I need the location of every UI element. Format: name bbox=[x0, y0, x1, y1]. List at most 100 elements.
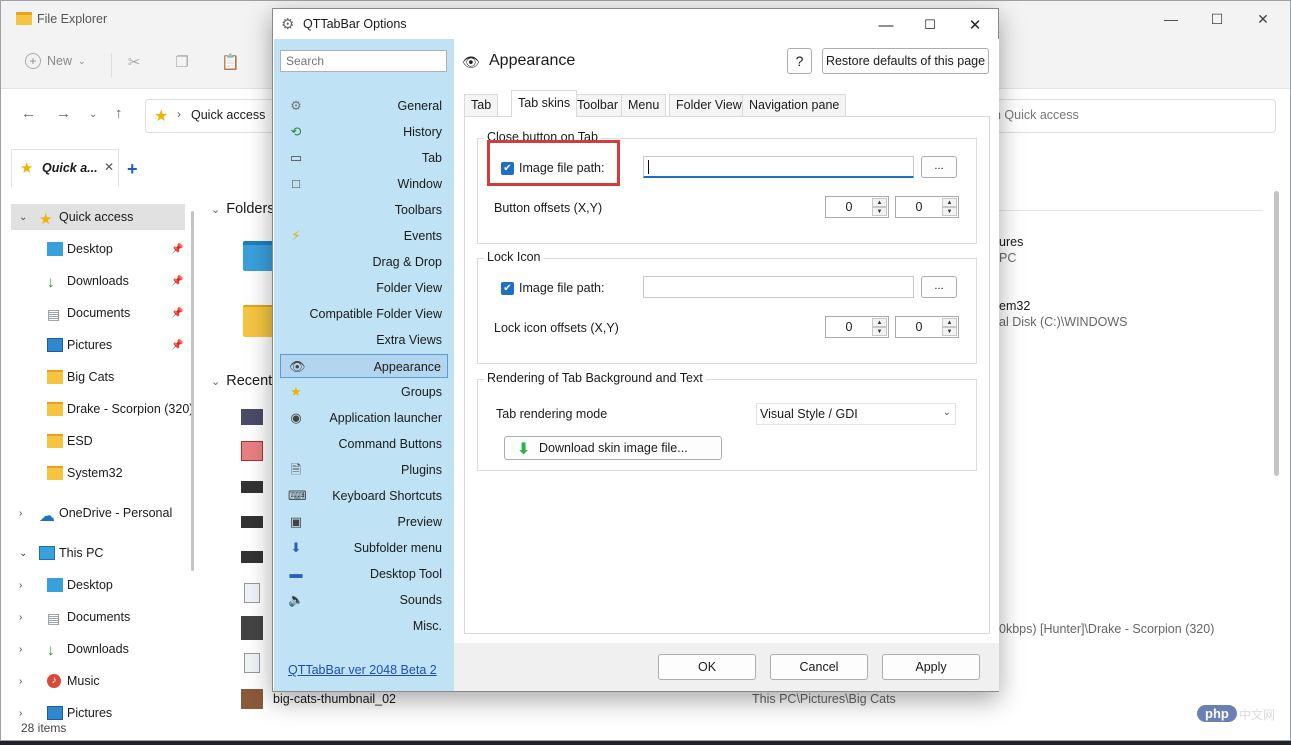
chevron-right-icon[interactable]: › bbox=[19, 708, 22, 719]
sidebar-item-subfolder-menu[interactable]: ⬇Subfolder menu bbox=[280, 536, 448, 560]
tab-tab[interactable]: Tab bbox=[464, 94, 498, 116]
nav-item-desktop[interactable]: Desktop📌 bbox=[1, 236, 187, 262]
desktop-folder-icon[interactable] bbox=[243, 241, 275, 271]
sidebar-item-toolbars[interactable]: Toolbars bbox=[280, 198, 448, 222]
folder-name[interactable]: em32 bbox=[999, 299, 1030, 313]
sidebar-search-input[interactable] bbox=[280, 50, 447, 72]
spin-up-icon[interactable]: ▲ bbox=[872, 318, 887, 327]
help-button[interactable]: ? bbox=[787, 48, 812, 74]
spin-down-icon[interactable]: ▼ bbox=[872, 207, 887, 216]
nav-item-big-cats[interactable]: Big Cats bbox=[1, 364, 187, 390]
button-offset-x-spinner[interactable]: 0 ▲ ▼ bbox=[825, 196, 889, 218]
lock-offset-x-spinner[interactable]: 0 ▲ ▼ bbox=[825, 316, 889, 338]
nav-item-documents[interactable]: ▤Documents📌 bbox=[1, 300, 187, 326]
chevron-down-icon[interactable]: ⌄ bbox=[19, 212, 27, 223]
nav-item-system32[interactable]: System32 bbox=[1, 460, 187, 486]
sidebar-item-sounds[interactable]: 🔈Sounds bbox=[280, 588, 448, 612]
download-skin-button[interactable]: ⬇ Download skin image file... bbox=[504, 436, 722, 460]
chevron-right-icon[interactable]: › bbox=[19, 580, 22, 591]
sidebar-item-folder-view[interactable]: Folder View bbox=[280, 276, 448, 300]
sidebar-item-desktop-tool[interactable]: ▬Desktop Tool bbox=[280, 562, 448, 586]
minimize-button[interactable]: — bbox=[866, 13, 906, 37]
nav-scrollbar[interactable] bbox=[191, 211, 194, 571]
nav-item-desktop[interactable]: ›Desktop bbox=[1, 572, 187, 598]
file-thumbnail[interactable] bbox=[241, 516, 263, 528]
sidebar-item-keyboard-shortcuts[interactable]: ⌨Keyboard Shortcuts bbox=[280, 484, 448, 508]
tab-folder-view[interactable]: Folder View bbox=[669, 94, 749, 116]
file-thumbnail[interactable] bbox=[241, 481, 263, 493]
explorer-tab[interactable]: ★ Quick a... ✕ bbox=[11, 149, 119, 187]
sidebar-item-plugins[interactable]: 🗎Plugins bbox=[280, 458, 448, 482]
close-image-path-input[interactable] bbox=[643, 156, 914, 178]
version-link[interactable]: QTTabBar ver 2048 Beta 2 bbox=[288, 663, 437, 677]
recent-chevron-icon[interactable]: ⌄ bbox=[89, 109, 97, 120]
close-icon[interactable]: ✕ bbox=[104, 160, 114, 174]
cut-icon[interactable]: ✂ bbox=[125, 53, 143, 71]
spin-up-icon[interactable]: ▲ bbox=[942, 318, 957, 327]
folder-name[interactable]: ures bbox=[999, 235, 1023, 249]
nav-item-music[interactable]: ›♪Music bbox=[1, 668, 187, 694]
nav-item-onedrive-personal[interactable]: ›☁OneDrive - Personal bbox=[1, 500, 187, 526]
sidebar-item-events[interactable]: ⚡Events bbox=[280, 224, 448, 248]
sidebar-item-tab[interactable]: ▭Tab bbox=[280, 146, 448, 170]
forward-arrow-icon[interactable]: → bbox=[56, 105, 71, 122]
tab-navigation-pane[interactable]: Navigation pane bbox=[742, 94, 846, 116]
file-thumbnail[interactable] bbox=[241, 616, 263, 640]
up-arrow-icon[interactable]: ↑ bbox=[115, 105, 123, 122]
nav-item-downloads[interactable]: ↓Downloads📌 bbox=[1, 268, 187, 294]
chevron-right-icon[interactable]: › bbox=[19, 508, 22, 519]
nav-item-drake-scorpion-320[interactable]: Drake - Scorpion (320) bbox=[1, 396, 187, 422]
lock-image-path-input[interactable] bbox=[643, 276, 914, 298]
sidebar-item-general[interactable]: ⚙General bbox=[280, 94, 448, 118]
ok-button[interactable]: OK bbox=[658, 654, 756, 680]
nav-item-downloads[interactable]: ›↓Downloads bbox=[1, 636, 187, 662]
spin-down-icon[interactable]: ▼ bbox=[872, 327, 887, 336]
tab-tab-skins[interactable]: Tab skins bbox=[511, 90, 577, 117]
chevron-down-icon[interactable]: ⌄ bbox=[19, 548, 27, 559]
chevron-right-icon[interactable]: › bbox=[19, 644, 22, 655]
sidebar-item-appearance[interactable]: 👁Appearance bbox=[280, 354, 448, 378]
close-button[interactable]: ✕ bbox=[955, 13, 995, 37]
close-button[interactable]: ✕ bbox=[1240, 1, 1286, 37]
spin-down-icon[interactable]: ▼ bbox=[942, 207, 957, 216]
folder-icon[interactable] bbox=[243, 305, 275, 337]
lock-offset-y-spinner[interactable]: 0 ▲ ▼ bbox=[895, 316, 959, 338]
apply-button[interactable]: Apply bbox=[882, 654, 980, 680]
button-offset-y-spinner[interactable]: 0 ▲ ▼ bbox=[895, 196, 959, 218]
sidebar-item-history[interactable]: ⟲History bbox=[280, 120, 448, 144]
cancel-button[interactable]: Cancel bbox=[770, 654, 868, 680]
paste-icon[interactable]: 📋 bbox=[221, 53, 239, 71]
maximize-button[interactable]: ☐ bbox=[1194, 1, 1240, 37]
spin-up-icon[interactable]: ▲ bbox=[872, 198, 887, 207]
nav-item-pictures[interactable]: Pictures📌 bbox=[1, 332, 187, 358]
file-thumbnail[interactable] bbox=[241, 551, 263, 563]
sidebar-item-application-launcher[interactable]: ◉Application launcher bbox=[280, 406, 448, 430]
nav-item-quick-access[interactable]: ⌄★Quick access bbox=[11, 204, 185, 230]
sidebar-item-command-buttons[interactable]: Command Buttons bbox=[280, 432, 448, 456]
sidebar-item-misc[interactable]: Misc. bbox=[280, 614, 448, 638]
sidebar-item-window[interactable]: □Window bbox=[280, 172, 448, 196]
add-tab-button[interactable]: + bbox=[127, 159, 138, 180]
sidebar-item-extra-views[interactable]: Extra Views bbox=[280, 328, 448, 352]
maximize-button[interactable]: ☐ bbox=[910, 13, 950, 37]
tab-toolbar[interactable]: Toolbar bbox=[570, 94, 625, 116]
chevron-right-icon[interactable]: › bbox=[19, 612, 22, 623]
nav-item-documents[interactable]: ›▤Documents bbox=[1, 604, 187, 630]
lock-image-checkbox[interactable]: ✔ bbox=[501, 282, 514, 295]
close-image-browse-button[interactable]: ... bbox=[921, 156, 957, 178]
folders-section-header[interactable]: ⌄Folders bbox=[211, 201, 275, 217]
back-arrow-icon[interactable]: ← bbox=[21, 105, 36, 122]
image-file-icon[interactable] bbox=[244, 583, 260, 603]
restore-defaults-button[interactable]: Restore defaults of this page bbox=[822, 48, 989, 74]
sidebar-item-compatible-folder-view[interactable]: Compatible Folder View bbox=[280, 302, 448, 326]
copy-icon[interactable]: ❐ bbox=[173, 53, 191, 71]
tab-menu[interactable]: Menu bbox=[621, 94, 666, 116]
file-thumbnail[interactable] bbox=[241, 409, 263, 425]
spin-up-icon[interactable]: ▲ bbox=[942, 198, 957, 207]
content-scrollbar[interactable] bbox=[1274, 191, 1279, 476]
recent-section-header[interactable]: ⌄Recent bbox=[211, 373, 272, 389]
rendering-mode-select[interactable]: Visual Style / GDI ⌄ bbox=[756, 403, 956, 425]
file-thumbnail[interactable] bbox=[241, 689, 263, 709]
nav-item-this-pc[interactable]: ⌄This PC bbox=[1, 540, 187, 566]
new-button[interactable]: + New ⌄ bbox=[25, 53, 86, 69]
